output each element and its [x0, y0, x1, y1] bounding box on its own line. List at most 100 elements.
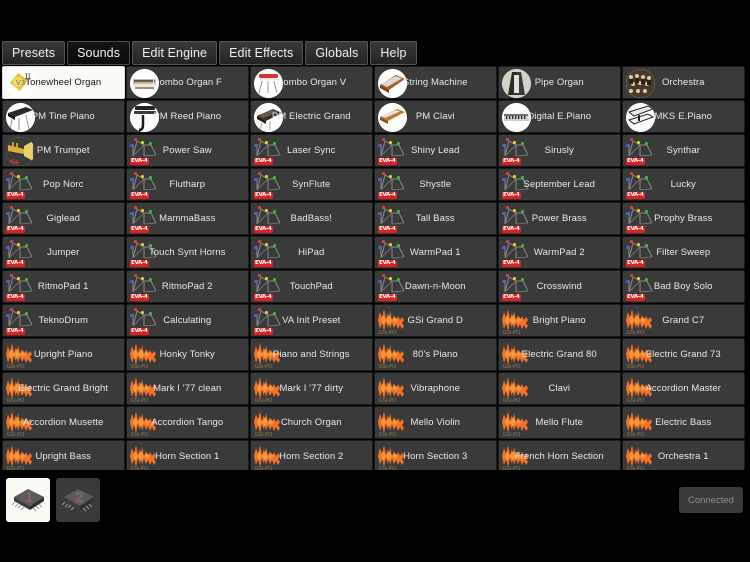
preset-cell[interactable]: Combo Organ V — [250, 66, 373, 99]
preset-cell[interactable]: GSi-PO Honky Tonky — [126, 338, 249, 371]
preset-cell[interactable]: EVA-4 Jumper — [2, 236, 125, 269]
preset-cell[interactable]: EVA-4 TouchPad — [250, 270, 373, 303]
preset-cell[interactable]: GSi-PO GSi Grand D — [374, 304, 497, 337]
preset-cell[interactable]: EVA-4 MammaBass — [126, 202, 249, 235]
tab-help[interactable]: Help — [370, 41, 417, 65]
preset-cell[interactable]: GSi-PO French Horn Section — [498, 440, 621, 473]
preset-cell[interactable]: GSi-PO Clavi — [498, 372, 621, 405]
preset-cell[interactable]: GSi-PO Bright Piano — [498, 304, 621, 337]
piano-wave-icon: GSi-PO — [376, 305, 409, 336]
preset-cell[interactable]: EVA-4 HiPad — [250, 236, 373, 269]
preset-cell[interactable]: GSi-PO Electric Bass — [622, 406, 745, 439]
preset-cell[interactable]: GSi-PO Horn Section 1 — [126, 440, 249, 473]
preset-cell[interactable]: GSi-PO Grand C7 — [622, 304, 745, 337]
tab-globals[interactable]: Globals — [305, 41, 369, 65]
preset-cell[interactable]: GSi-PO Vibraphone — [374, 372, 497, 405]
synth-engine-badge: EVA-4 — [626, 158, 645, 165]
preset-cell[interactable]: GSi-PO Mark I '77 dirty — [250, 372, 373, 405]
preset-name-label: TouchPad — [289, 280, 333, 292]
preset-cell[interactable]: GSi-PO Accordion Tango — [126, 406, 249, 439]
preset-cell[interactable]: GSi-PO Mello Flute — [498, 406, 621, 439]
preset-cell[interactable]: EVA-4 Flutharp — [126, 168, 249, 201]
preset-cell[interactable]: EVA-4 TeknoDrum — [2, 304, 125, 337]
preset-cell[interactable]: GSi-PO Electric Grand 73 — [622, 338, 745, 371]
preset-name-label: Power Brass — [531, 212, 587, 224]
preset-cell[interactable]: EVA-4 Tall Bass — [374, 202, 497, 235]
preset-cell[interactable]: GSi-PO Upright Bass — [2, 440, 125, 473]
synth-engine-badge: EVA-4 — [626, 294, 645, 301]
piano-wave-icon: GSi-PO — [624, 441, 657, 472]
preset-cell[interactable]: Digital E.Piano — [498, 100, 621, 133]
preset-cell[interactable]: EVA-4 Synthar — [622, 134, 745, 167]
synth-engine-badge: EVA-4 — [502, 192, 521, 199]
preset-cell[interactable]: GSi-PO Upright Piano — [2, 338, 125, 371]
preset-cell[interactable]: EVA-4 Prophy Brass — [622, 202, 745, 235]
preset-cell[interactable]: EVA-4 Filter Sweep — [622, 236, 745, 269]
piano-wave-icon: GSi-PO — [500, 373, 533, 404]
preset-cell[interactable]: EVA-4 SynFlute — [250, 168, 373, 201]
preset-cell[interactable]: GSi-PO Accordion Master — [622, 372, 745, 405]
preset-cell[interactable]: EVA-4 Sirusly — [498, 134, 621, 167]
preset-cell[interactable]: EVA-4 Touch Synt Horns — [126, 236, 249, 269]
preset-cell[interactable]: Mis PM Trumpet — [2, 134, 125, 167]
preset-cell[interactable]: EVA-4 RitmoPad 2 — [126, 270, 249, 303]
preset-name-label: Power Saw — [162, 144, 212, 156]
preset-name-label: Piano and Strings — [272, 348, 350, 360]
preset-cell[interactable]: GSi-PO 80's Piano — [374, 338, 497, 371]
preset-cell[interactable]: EVA-4 Crosswind — [498, 270, 621, 303]
preset-name-label: Electric Grand 73 — [645, 348, 721, 360]
slot-button-2[interactable]: 2 — [56, 478, 100, 522]
slot-button-1[interactable]: 1 — [6, 478, 50, 522]
preset-name-label: Electric Grand 80 — [521, 348, 597, 360]
preset-cell[interactable]: EVA-4 Dawn-n-Moon — [374, 270, 497, 303]
preset-cell[interactable]: GSi-PO Piano and Strings — [250, 338, 373, 371]
preset-cell[interactable]: PM Tine Piano — [2, 100, 125, 133]
preset-cell[interactable]: GSi-PO Mello Violin — [374, 406, 497, 439]
connection-status-button[interactable]: Connected — [679, 487, 743, 513]
preset-cell[interactable]: EVA-4 WarmPad 2 — [498, 236, 621, 269]
preset-name-label: Combo Organ V — [276, 76, 347, 88]
preset-cell[interactable]: EVA-4 Shystle — [374, 168, 497, 201]
tab-sounds[interactable]: Sounds — [67, 41, 131, 65]
preset-cell[interactable]: EVA-4 RitmoPad 1 — [2, 270, 125, 303]
preset-cell[interactable]: EVA-4 Lucky — [622, 168, 745, 201]
preset-cell[interactable]: GSi-PO Electric Grand 80 — [498, 338, 621, 371]
preset-cell[interactable]: EVA-4 Power Saw — [126, 134, 249, 167]
preset-cell[interactable]: EVA-4 BadBass! — [250, 202, 373, 235]
preset-name-label: Dawn-n-Moon — [404, 280, 466, 292]
preset-cell[interactable]: EVA-4 September Lead — [498, 168, 621, 201]
preset-cell[interactable]: Combo Organ F — [126, 66, 249, 99]
preset-cell[interactable]: Pipe Organ — [498, 66, 621, 99]
tab-presets[interactable]: Presets — [2, 41, 66, 65]
preset-cell[interactable]: GSi-PO Church Organ — [250, 406, 373, 439]
preset-cell[interactable]: PM Reed Piano — [126, 100, 249, 133]
preset-cell[interactable]: EVA-4 Shiny Lead — [374, 134, 497, 167]
preset-cell[interactable]: GSi-PO Accordion Musette — [2, 406, 125, 439]
tab-edit-engine[interactable]: Edit Engine — [132, 41, 218, 65]
mks-piano-photo-icon — [624, 101, 657, 132]
preset-cell[interactable]: GSi-PO Orchestra 1 — [622, 440, 745, 473]
preset-cell[interactable]: String Machine — [374, 66, 497, 99]
preset-cell[interactable]: V3 II Tonewheel Organ — [2, 66, 125, 99]
preset-cell[interactable]: EVA-4 Power Brass — [498, 202, 621, 235]
preset-cell[interactable]: GSi-PO Horn Section 3 — [374, 440, 497, 473]
preset-cell[interactable]: PM Electric Grand — [250, 100, 373, 133]
tab-edit-effects[interactable]: Edit Effects — [219, 41, 304, 65]
preset-cell[interactable]: EVA-4 Calculating — [126, 304, 249, 337]
preset-cell[interactable]: EVA-4 VA Init Preset — [250, 304, 373, 337]
synth-engine-badge: EVA-4 — [130, 158, 149, 165]
preset-cell[interactable]: GSi-PO Horn Section 2 — [250, 440, 373, 473]
piano-wave-icon: GSi-PO — [4, 339, 37, 370]
preset-cell[interactable]: EVA-4 Bad Boy Solo — [622, 270, 745, 303]
preset-cell[interactable]: GSi-PO Electric Grand Bright — [2, 372, 125, 405]
preset-cell[interactable]: EVA-4 Giglead — [2, 202, 125, 235]
preset-cell[interactable]: EVA-4 WarmPad 1 — [374, 236, 497, 269]
synth-engine-badge: EVA-4 — [626, 260, 645, 267]
preset-cell[interactable]: MKS E.Piano — [622, 100, 745, 133]
preset-cell[interactable]: GSi-PO Mark I '77 clean — [126, 372, 249, 405]
piano-engine-badge: GSi-PO — [502, 330, 521, 336]
preset-cell[interactable]: EVA-4 Laser Sync — [250, 134, 373, 167]
preset-cell[interactable]: PM Clavi — [374, 100, 497, 133]
preset-cell[interactable]: EVA-4 Pop Norc — [2, 168, 125, 201]
preset-cell[interactable]: Orchestra — [622, 66, 745, 99]
